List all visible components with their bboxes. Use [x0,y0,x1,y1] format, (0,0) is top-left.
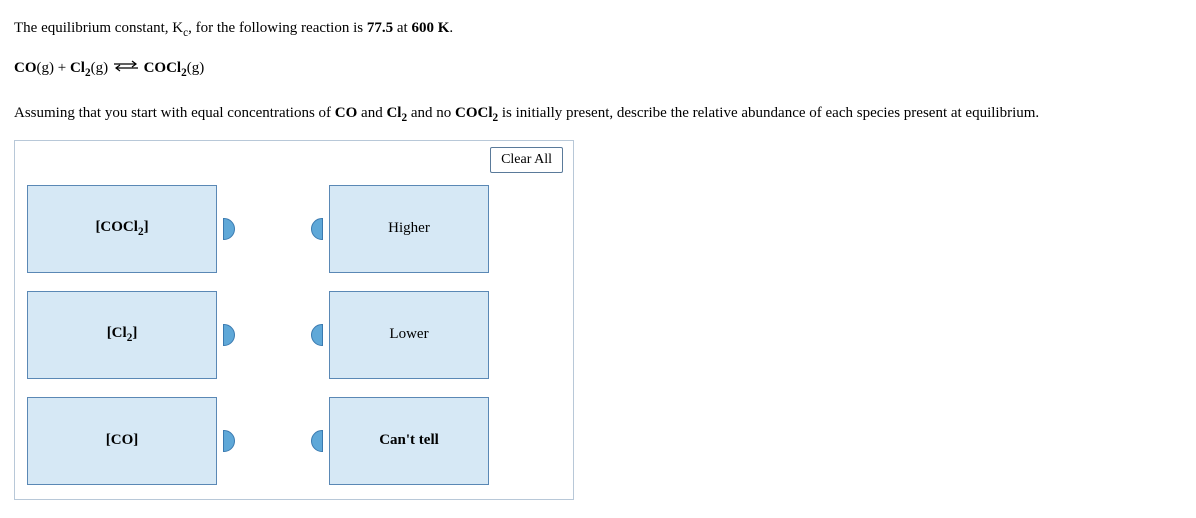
connector-gap [217,397,329,485]
tile-pre: [COCl [95,219,138,235]
inst-p1: Assuming that you start with equal conce… [14,105,335,121]
kc-value: 77.5 [367,20,393,36]
left-tile-co[interactable]: [CO] [27,397,217,485]
reaction-equation: CO(g) + Cl2(g) COCl2(g) [14,60,1182,79]
reactant-2a: Cl [70,60,85,76]
question-intro: The equilibrium constant, Kc, for the fo… [14,18,1182,42]
match-row: [Cl2] Lower [27,291,561,379]
inst-p3: and no [407,105,455,121]
temp-suffix: . [449,20,453,36]
toolbar: Clear All [15,141,573,179]
instruction-text: Assuming that you start with equal conce… [14,105,1182,124]
connector-gap [217,291,329,379]
left-tile-cocl2[interactable]: [COCl2] [27,185,217,273]
matching-widget: Clear All [COCl2] Higher [Cl2] L [14,140,574,500]
connector-left-icon[interactable] [311,324,323,346]
product-1a: COCl [144,60,182,76]
connector-right-icon[interactable] [223,324,235,346]
inst-s3a: COCl [455,105,493,121]
reactant-2-phase: (g) [91,60,109,76]
connector-gap [217,185,329,273]
plus-sign: + [54,60,70,76]
tile-post: ] [144,219,149,235]
clear-all-button[interactable]: Clear All [490,147,563,173]
inst-s1: CO [335,105,358,121]
equilibrium-arrow-icon [112,60,140,77]
tile-post: ] [132,325,137,341]
reactant-1-phase: (g) [37,60,55,76]
intro-suffix: , for the following reaction is [188,20,367,36]
temp-prefix: at [393,20,411,36]
connector-left-icon[interactable] [311,218,323,240]
right-tile-cant-tell[interactable]: Can't tell [329,397,489,485]
inst-p4: is initially present, describe the relat… [498,105,1039,121]
connector-right-icon[interactable] [223,430,235,452]
tile-pre: [Cl [107,325,127,341]
matching-rows: [COCl2] Higher [Cl2] Lower [15,179,573,499]
left-tile-cl2[interactable]: [Cl2] [27,291,217,379]
right-tile-lower[interactable]: Lower [329,291,489,379]
inst-p2: and [357,105,386,121]
tile-label: Can't tell [379,432,439,449]
connector-left-icon[interactable] [311,430,323,452]
reactant-1: CO [14,60,37,76]
match-row: [CO] Can't tell [27,397,561,485]
tile-label: Higher [388,220,430,237]
match-row: [COCl2] Higher [27,185,561,273]
intro-prefix: The equilibrium constant, K [14,20,183,36]
tile-pre: [CO] [106,432,139,448]
right-tile-higher[interactable]: Higher [329,185,489,273]
tile-label: Lower [389,326,428,343]
inst-s2a: Cl [386,105,401,121]
temp-value: 600 K [411,20,449,36]
connector-right-icon[interactable] [223,218,235,240]
product-1-phase: (g) [187,60,205,76]
